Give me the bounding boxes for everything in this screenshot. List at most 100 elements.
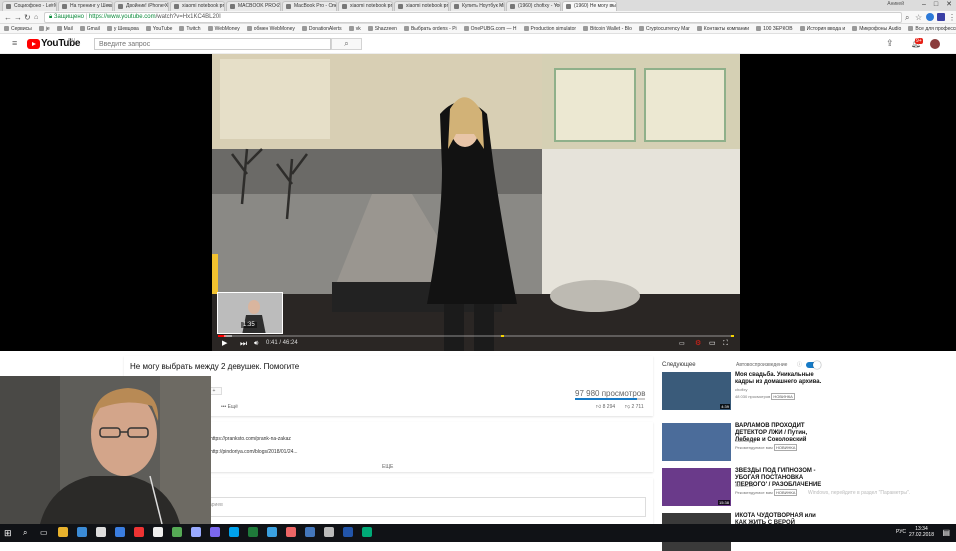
bookmark-item[interactable]: DonationAlerts xyxy=(301,24,342,33)
recommended-video[interactable]: 15:38 ЗВЕЗДЫ ПОД ГИПНОЗОМ - УБОГАЯ ПОСТАН… xyxy=(662,468,828,506)
bookmark-item[interactable]: Mail xyxy=(56,24,73,33)
browser-tab[interactable]: Купить Ноутбук Mi No× xyxy=(450,1,505,11)
taskbar-app-icon[interactable] xyxy=(248,527,258,537)
browser-tab[interactable]: xiaomi notebook pro к× xyxy=(338,1,393,11)
miniplayer-icon[interactable]: ▭ xyxy=(709,339,716,349)
upload-icon[interactable]: ⇪ xyxy=(886,38,894,49)
recommended-video[interactable]: ВАРЛАМОВ ПРОХОДИТ ДЕТЕКТОР ЛЖИ / Путин, … xyxy=(662,423,828,461)
forward-icon[interactable]: → xyxy=(14,12,22,23)
taskbar-app-icon[interactable] xyxy=(362,527,372,537)
description-link[interactable]: https://pranksto.com/prank-na-zakaz xyxy=(210,436,291,442)
taskbar-app-icon[interactable] xyxy=(229,527,239,537)
bookmark-item[interactable]: Все для профессион xyxy=(908,24,956,33)
avatar[interactable] xyxy=(930,39,940,49)
comment-input[interactable]: ариев xyxy=(204,497,646,517)
browser-tab[interactable]: xiaomi notebook pro н× xyxy=(394,1,449,11)
video-player[interactable] xyxy=(0,54,956,351)
star-icon[interactable]: ☆ xyxy=(915,12,922,23)
bookmark-item[interactable]: Контакты компании xyxy=(696,24,749,33)
hamburger-menu-icon[interactable]: ≡ xyxy=(12,38,17,48)
recommended-video[interactable]: 4:39 Моя свадьба. Уникальные кадры из дом… xyxy=(662,372,828,410)
channel-name[interactable]: chofixy xyxy=(735,387,747,392)
bookmark-item[interactable]: Shazzeen xyxy=(367,24,397,33)
close-tab-icon[interactable]: × xyxy=(443,2,446,11)
zoom-icon[interactable]: ⌕ xyxy=(905,12,909,23)
close-tab-icon[interactable]: × xyxy=(387,2,390,11)
volume-icon[interactable]: 🔊︎ xyxy=(254,339,258,349)
minimize-button[interactable]: – xyxy=(922,0,926,10)
taskbar-app-icon[interactable] xyxy=(134,527,144,537)
browser-tab[interactable]: На тренинг у Шевцова× xyxy=(58,1,113,11)
bookmark-item[interactable]: у Шевцова xyxy=(106,24,139,33)
taskbar-app-icon[interactable] xyxy=(96,527,106,537)
close-tab-icon[interactable]: × xyxy=(555,2,558,11)
info-icon[interactable]: ⓘ xyxy=(797,361,802,368)
bookmark-item[interactable]: WebMoney xyxy=(207,24,240,33)
taskbar-app-icon[interactable] xyxy=(267,527,277,537)
bookmark-item[interactable]: OnePUBG.com — H xyxy=(463,24,517,33)
home-icon[interactable]: ⌂ xyxy=(34,12,38,23)
next-icon[interactable]: ⏭︎ xyxy=(240,339,247,349)
browser-tab[interactable]: (1960) Не могу выбрать× xyxy=(562,1,617,11)
video-thumbnail[interactable]: 15:38 xyxy=(662,468,731,506)
video-thumbnail[interactable] xyxy=(662,423,731,461)
browser-tab[interactable]: Социофоно - Let Me te× xyxy=(2,1,57,11)
bookmark-item[interactable]: История ввода и xyxy=(799,24,845,33)
dislike-button[interactable]: 👎︎ 2 711 xyxy=(625,404,644,410)
bookmark-item[interactable]: YouTube xyxy=(145,24,172,33)
subtitles-icon[interactable]: ▭ xyxy=(679,339,685,349)
browser-tab[interactable]: Двойник! iPhone X Н...× xyxy=(114,1,169,11)
extension-icon[interactable] xyxy=(937,13,945,21)
fullscreen-icon[interactable]: ⛶ xyxy=(723,339,728,349)
url-bar[interactable]: 🔒︎ Защищено | https://www.youtube.com/wa… xyxy=(44,12,902,23)
close-tab-icon[interactable]: × xyxy=(275,2,278,11)
close-tab-icon[interactable]: × xyxy=(219,2,222,11)
taskbar-app-icon[interactable] xyxy=(343,527,353,537)
taskbar-app-icon[interactable] xyxy=(153,527,163,537)
progress-bar[interactable] xyxy=(218,335,734,337)
search-button[interactable]: ⌕ xyxy=(331,38,362,50)
taskbar-app-icon[interactable] xyxy=(172,527,182,537)
taskbar-app-icon[interactable] xyxy=(286,527,296,537)
menu-icon[interactable]: ⋮ xyxy=(948,12,956,23)
settings-icon[interactable]: ⚙︎ xyxy=(695,339,701,349)
bookmark-item[interactable]: Микрофоны Audio xyxy=(852,24,901,33)
close-tab-icon[interactable]: × xyxy=(611,2,614,11)
bookmark-item[interactable]: обмен WebMoney xyxy=(246,24,295,33)
task-view-icon[interactable]: ▭ xyxy=(40,528,48,537)
close-tab-icon[interactable]: × xyxy=(499,2,502,11)
like-button[interactable]: 👍︎ 8 294 xyxy=(596,404,615,410)
bookmark-item[interactable]: vk xyxy=(348,24,361,33)
clock[interactable]: 13:34 27.02.2018 xyxy=(909,526,934,538)
close-window-button[interactable]: ✕ xyxy=(946,0,952,10)
bookmark-item[interactable]: Production simulator xyxy=(523,24,576,33)
search-input[interactable] xyxy=(94,38,331,50)
video-title[interactable]: Моя свадьба. Уникальные кадры из домашне… xyxy=(735,372,827,386)
notifications-icon[interactable]: ▤ xyxy=(942,528,950,537)
taskbar-app-icon[interactable] xyxy=(305,527,315,537)
bookmark-item[interactable]: Выбрать ordens - Pi xyxy=(403,24,457,33)
search-icon[interactable]: ⌕ xyxy=(23,528,27,538)
taskbar-app-icon[interactable] xyxy=(191,527,201,537)
close-tab-icon[interactable]: × xyxy=(51,2,54,11)
windows-start-icon[interactable]: ⊞ xyxy=(4,528,12,539)
back-icon[interactable]: ← xyxy=(4,12,12,23)
video-thumbnail[interactable]: 4:39 xyxy=(662,372,731,410)
bookmark-item[interactable]: je xyxy=(38,24,50,33)
browser-tab[interactable]: MACBOOK PRO 2017 -× xyxy=(226,1,281,11)
channel-name[interactable]: SOBOLEV xyxy=(735,483,754,488)
taskbar-app-icon[interactable] xyxy=(115,527,125,537)
close-tab-icon[interactable]: × xyxy=(163,2,166,11)
description-link[interactable]: http://pindoriya.com/blogs/2018/01/24... xyxy=(210,449,298,455)
maximize-button[interactable]: □ xyxy=(934,0,938,10)
browser-tab[interactable]: MacBook Pro - Специ× xyxy=(282,1,337,11)
extension-icon[interactable] xyxy=(926,13,934,21)
show-more-button[interactable]: ЕЩЕ xyxy=(382,464,393,470)
play-icon[interactable]: ▶ xyxy=(222,339,227,349)
bookmark-item[interactable]: Сервисы xyxy=(4,24,32,33)
taskbar-app-icon[interactable] xyxy=(210,527,220,537)
language-indicator[interactable]: РУС xyxy=(896,529,906,535)
bookmark-item[interactable]: 100 ЗЕРКОВ xyxy=(756,24,793,33)
profile-name[interactable]: Аникей xyxy=(887,1,904,7)
bookmark-item[interactable]: Cryptocurrency Mar xyxy=(638,24,690,33)
